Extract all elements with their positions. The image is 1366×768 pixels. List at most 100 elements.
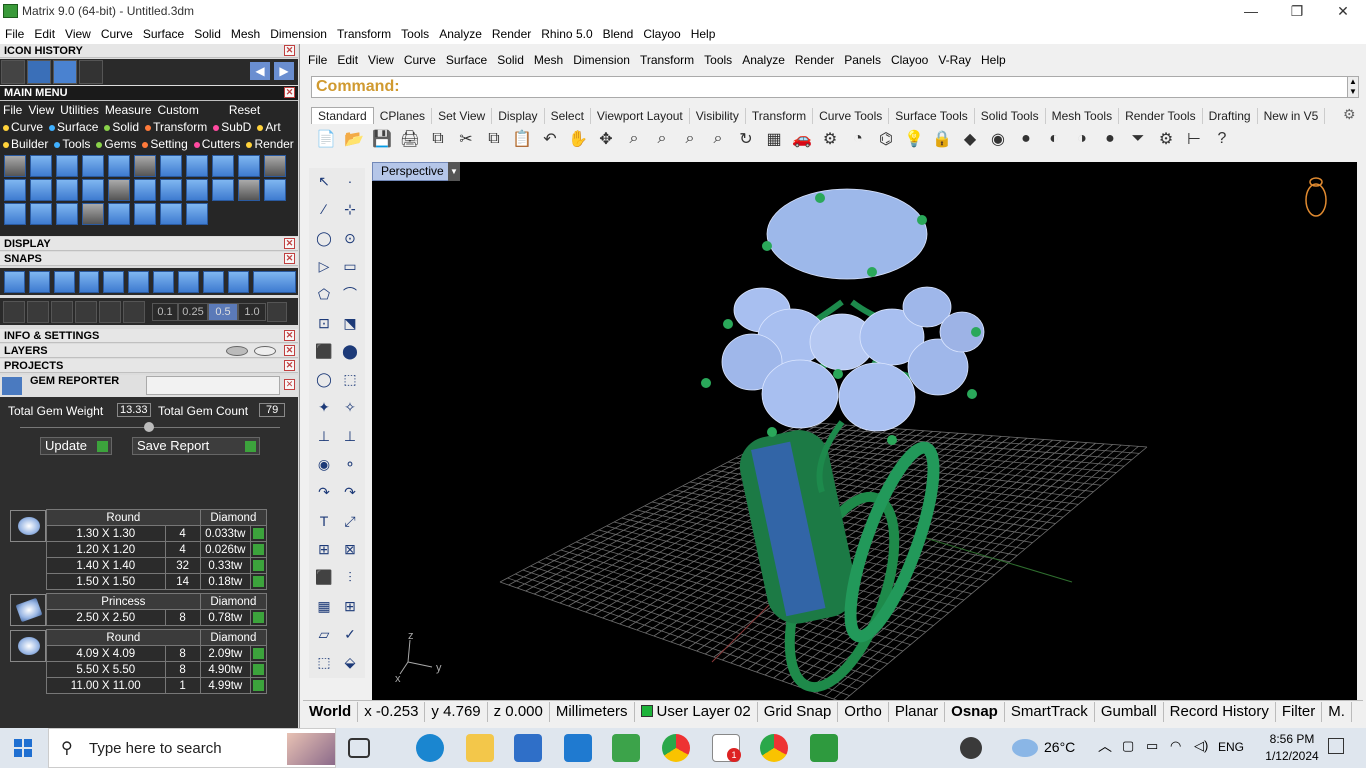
menu-item[interactable]: Render: [487, 27, 536, 41]
history-tool-icon[interactable]: [79, 60, 103, 84]
status-item[interactable]: Record History: [1164, 701, 1276, 722]
tool-icon[interactable]: [30, 179, 52, 201]
tool-icon[interactable]: ▷: [313, 255, 335, 277]
tool-icon[interactable]: [56, 179, 78, 201]
dimension-icon[interactable]: ⊢: [1181, 126, 1207, 152]
main-menu-item[interactable]: Curve: [0, 120, 46, 134]
menu-item[interactable]: Curve: [96, 27, 138, 41]
tool-icon[interactable]: [212, 155, 234, 177]
tool-icon[interactable]: ◉: [313, 453, 335, 475]
tool-icon[interactable]: ↖: [313, 170, 335, 192]
tool-icon[interactable]: [82, 155, 104, 177]
main-menu-item[interactable]: Transform: [142, 120, 210, 134]
layer-visibility-icon[interactable]: [226, 346, 248, 356]
open-folder-icon[interactable]: 📂: [341, 126, 367, 152]
snap-value[interactable]: 0.1: [152, 302, 178, 321]
menu-item[interactable]: Help: [686, 27, 721, 41]
notifications-icon[interactable]: [1328, 738, 1344, 754]
tool-icon[interactable]: ⊞: [313, 538, 335, 560]
toolbar-tab[interactable]: Visibility: [690, 108, 746, 124]
main-menu-item[interactable]: Art: [254, 120, 283, 134]
select-row-button[interactable]: [249, 557, 268, 574]
status-item[interactable]: Filter: [1276, 701, 1323, 722]
arrow-left-icon[interactable]: ◀: [250, 62, 270, 80]
main-menu-item[interactable]: Measure: [102, 103, 155, 117]
tool-icon[interactable]: ▦: [313, 595, 335, 617]
tool-icon[interactable]: [108, 203, 130, 225]
tool-icon[interactable]: [56, 203, 78, 225]
toolbar-tab[interactable]: Set View: [432, 108, 493, 124]
tool-icon[interactable]: [186, 203, 208, 225]
status-item[interactable]: z 0.000: [488, 701, 550, 722]
main-menu-item[interactable]: Custom: [155, 103, 202, 117]
pan-icon[interactable]: ✋: [565, 126, 591, 152]
tool-icon[interactable]: ▱: [313, 623, 335, 645]
rotate-icon[interactable]: ↻: [733, 126, 759, 152]
slider-thumb[interactable]: [144, 422, 154, 432]
save-report-button[interactable]: Save Report: [132, 437, 260, 455]
tool-icon[interactable]: ·: [339, 170, 361, 192]
display-header[interactable]: DISPLAY ✕: [0, 237, 298, 251]
tool-icon[interactable]: ↷: [313, 481, 335, 503]
store-icon[interactable]: [514, 734, 542, 762]
menu-item[interactable]: Edit: [29, 27, 60, 41]
main-menu-item[interactable]: Surface: [46, 120, 101, 134]
car-icon[interactable]: 🚗: [789, 126, 815, 152]
toolbar-tab[interactable]: CPlanes: [374, 108, 433, 124]
new-file-icon[interactable]: 📄: [313, 126, 339, 152]
toolbar-tab[interactable]: Surface Tools: [889, 108, 975, 124]
snap-value[interactable]: 1.0: [238, 302, 266, 321]
status-item[interactable]: World: [303, 701, 359, 722]
main-menu-item[interactable]: View: [25, 103, 57, 117]
minimize-button[interactable]: —: [1228, 0, 1274, 24]
help-icon[interactable]: [960, 737, 982, 759]
clock-date[interactable]: 1/12/2024: [1262, 749, 1322, 763]
snaps-header[interactable]: SNAPS ✕: [0, 252, 298, 266]
gem-reporter-field[interactable]: [146, 376, 280, 395]
tool-icon[interactable]: ✦: [313, 396, 335, 418]
tool-icon[interactable]: [4, 179, 26, 201]
rhino-menu-item[interactable]: Curve: [399, 53, 441, 67]
zoom-extents-icon[interactable]: ⌕: [677, 126, 703, 152]
sphere-icon[interactable]: ●: [1097, 126, 1123, 152]
tool-icon[interactable]: [134, 155, 156, 177]
arrow-right-icon[interactable]: ▶: [274, 62, 294, 80]
matrix-app-icon[interactable]: [612, 734, 640, 762]
layer-icon[interactable]: ⌬: [873, 126, 899, 152]
chrome-icon[interactable]: [760, 734, 788, 762]
snap-value[interactable]: 0.25: [178, 302, 208, 321]
rhino-app-icon[interactable]: [810, 734, 838, 762]
clock-time[interactable]: 8:56 PM: [1262, 732, 1322, 746]
command-line[interactable]: Command:: [311, 76, 1349, 98]
tool-icon[interactable]: ▭: [339, 255, 361, 277]
toolbar-tab[interactable]: Mesh Tools: [1046, 108, 1120, 124]
tool-icon[interactable]: ⬚: [339, 368, 361, 390]
eye-icon[interactable]: [99, 300, 121, 323]
temperature[interactable]: 26°C: [1044, 739, 1075, 755]
close-icon[interactable]: ✕: [284, 253, 295, 264]
menu-item[interactable]: Mesh: [226, 27, 265, 41]
status-item[interactable]: User Layer 02: [635, 701, 758, 722]
ghost-icon[interactable]: ◑: [1069, 126, 1095, 152]
command-scroll[interactable]: ▲ ▼: [1347, 76, 1359, 98]
line-icon[interactable]: [51, 300, 73, 323]
rhino-menu-item[interactable]: Surface: [441, 53, 492, 67]
tool-icon[interactable]: [108, 179, 130, 201]
tool-icon[interactable]: ⬙: [339, 651, 361, 673]
main-menu-header[interactable]: MAIN MENU ✕: [0, 86, 298, 101]
tool-icon[interactable]: [264, 179, 286, 201]
main-menu-item[interactable]: File: [0, 103, 25, 117]
tool-icon[interactable]: [4, 155, 26, 177]
render-icon[interactable]: ◐: [1041, 126, 1067, 152]
save-icon[interactable]: 💾: [369, 126, 395, 152]
toolbar-tab[interactable]: Curve Tools: [813, 108, 890, 124]
snap-icon[interactable]: [178, 270, 199, 293]
cursor-icon[interactable]: [123, 300, 145, 323]
snap-icon[interactable]: [227, 270, 249, 293]
close-icon[interactable]: ✕: [284, 330, 295, 341]
snap-icon[interactable]: [103, 270, 125, 293]
history-tool-icon[interactable]: [53, 60, 77, 84]
main-menu-item[interactable]: Setting: [139, 137, 190, 151]
tool-icon[interactable]: ⬤: [339, 340, 361, 362]
toolbar-tab[interactable]: New in V5: [1258, 108, 1326, 124]
